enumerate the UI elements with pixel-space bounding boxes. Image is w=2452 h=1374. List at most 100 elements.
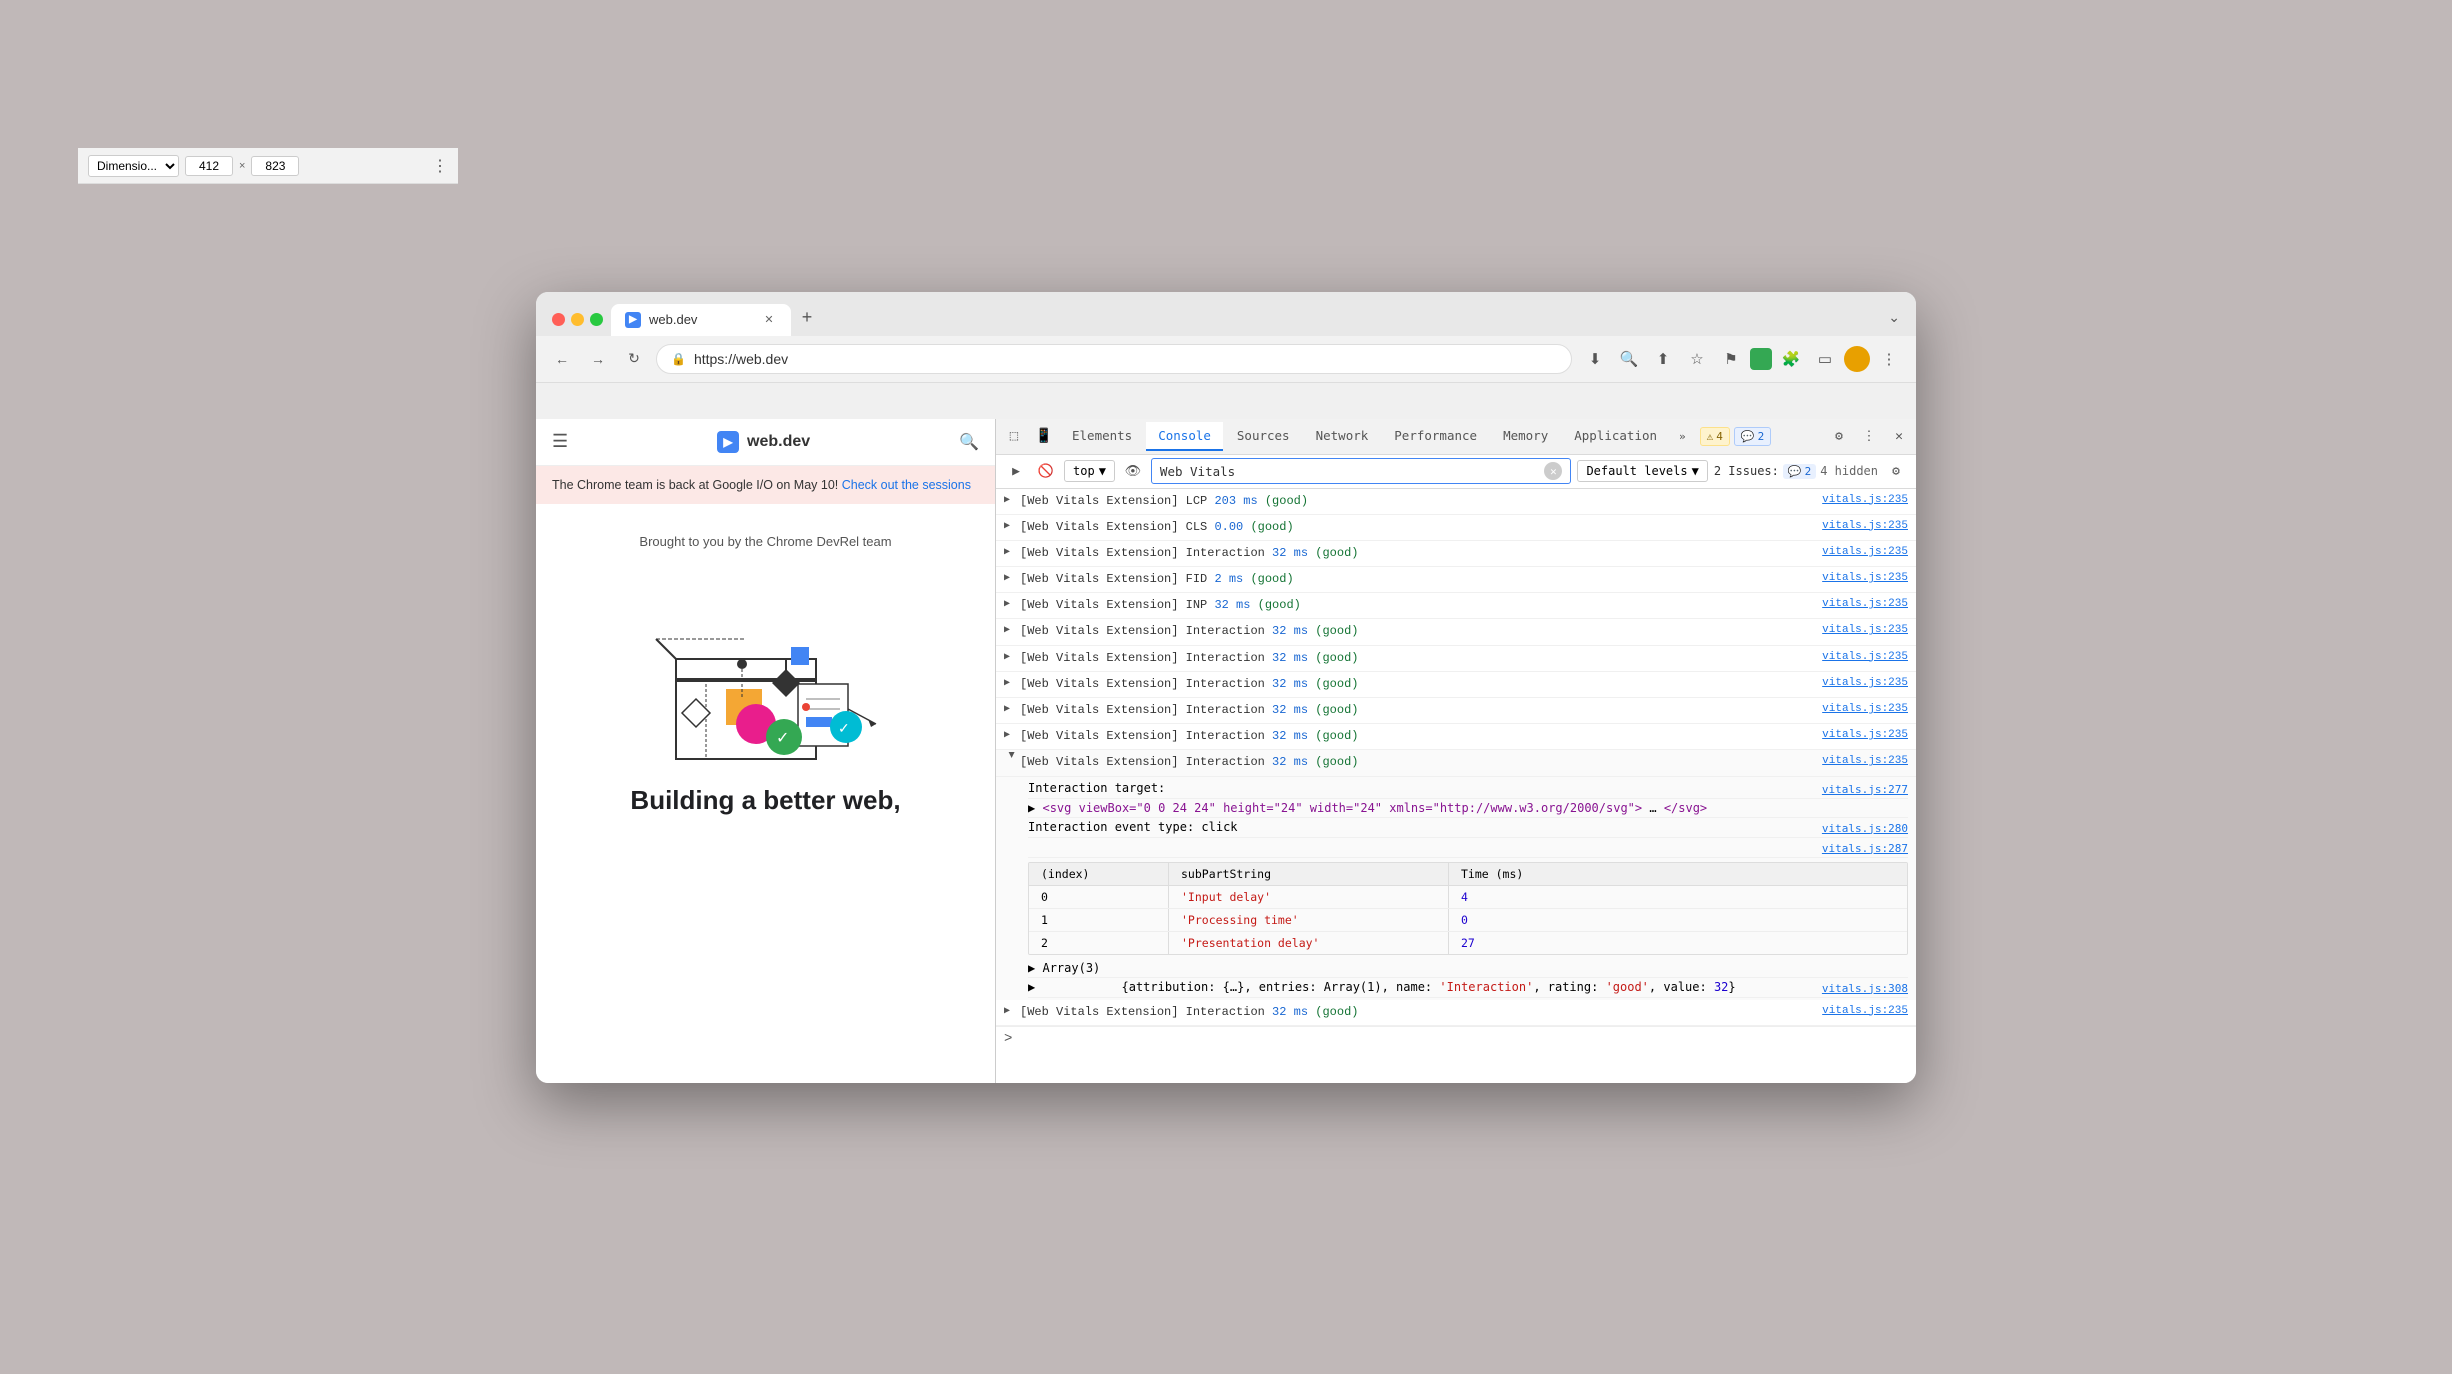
- site-logo-text: web.dev: [747, 433, 810, 451]
- share-button[interactable]: ⬆: [1648, 344, 1678, 374]
- tab-performance[interactable]: Performance: [1382, 422, 1489, 451]
- array-expand-icon[interactable]: ▶: [1028, 961, 1035, 975]
- log-entry: ▶ [Web Vitals Extension] Interaction 32 …: [996, 646, 1916, 672]
- inspect-element-button[interactable]: ⬚: [1000, 422, 1028, 450]
- console-log[interactable]: ▶ [Web Vitals Extension] LCP 203 ms (goo…: [996, 489, 1916, 1083]
- devtools-more-button[interactable]: ⋮: [1856, 423, 1882, 449]
- svg-expand-icon[interactable]: ▶: [1028, 801, 1035, 815]
- address-bar[interactable]: 🔒 https://web.dev: [656, 344, 1572, 374]
- log-source[interactable]: vitals.js:235: [1822, 544, 1908, 558]
- row-time: 0: [1449, 909, 1589, 931]
- log-source[interactable]: vitals.js:235: [1822, 675, 1908, 689]
- expand-icon[interactable]: ▶: [1004, 1003, 1020, 1017]
- tab-close-button[interactable]: ✕: [761, 312, 777, 328]
- log-source[interactable]: vitals.js:235: [1822, 727, 1908, 741]
- context-arrow-icon: ▼: [1099, 464, 1106, 478]
- extension-green-button[interactable]: [1750, 348, 1772, 370]
- puzzle-button[interactable]: 🧩: [1776, 344, 1806, 374]
- site-search-button[interactable]: 🔍: [959, 432, 979, 452]
- settings-button[interactable]: ⚙: [1826, 423, 1852, 449]
- more-tabs-button[interactable]: »: [1671, 426, 1694, 447]
- filter-clear-button[interactable]: ✕: [1544, 462, 1562, 480]
- download-button[interactable]: ⬇: [1580, 344, 1610, 374]
- collapse-icon[interactable]: ▶: [1005, 752, 1019, 768]
- log-source[interactable]: vitals.js:235: [1822, 518, 1908, 532]
- issues-label: 2 Issues:: [1714, 464, 1779, 478]
- hamburger-menu-button[interactable]: ☰: [552, 431, 568, 452]
- flag-button[interactable]: ⚑: [1716, 344, 1746, 374]
- log-source[interactable]: vitals.js:235: [1822, 701, 1908, 715]
- clear-console-button[interactable]: ▶: [1004, 459, 1028, 483]
- context-selector[interactable]: top ▼: [1064, 460, 1115, 482]
- log-source[interactable]: vitals.js:235: [1822, 649, 1908, 663]
- tab-sources[interactable]: Sources: [1225, 422, 1302, 451]
- expand-icon[interactable]: ▶: [1004, 518, 1020, 532]
- event-type-source[interactable]: vitals.js:280: [1822, 820, 1908, 835]
- sub-line-source[interactable]: vitals.js:277: [1822, 781, 1908, 796]
- expand-icon[interactable]: ▶: [1004, 596, 1020, 610]
- hero-title: Building a better web,: [552, 785, 979, 816]
- more-button[interactable]: ⋮: [1874, 344, 1904, 374]
- issues-count-badge[interactable]: 💬 2: [1783, 464, 1816, 479]
- col-time: Time (ms): [1449, 863, 1589, 885]
- svg-text:✓: ✓: [838, 720, 850, 736]
- log-levels-selector[interactable]: Default levels ▼: [1577, 460, 1707, 482]
- expand-icon[interactable]: ▶: [1004, 622, 1020, 636]
- issues-badge[interactable]: 💬 2: [1734, 427, 1771, 446]
- zoom-button[interactable]: 🔍: [1614, 344, 1644, 374]
- attribution-source[interactable]: vitals.js:308: [1822, 980, 1908, 995]
- svg-ellipsis: …: [1649, 801, 1663, 815]
- expand-icon[interactable]: ▶: [1004, 675, 1020, 689]
- browser-tab-active[interactable]: ▶ web.dev ✕: [611, 304, 791, 336]
- close-window-button[interactable]: [552, 313, 565, 326]
- console-filter-bar[interactable]: Web Vitals ✕: [1151, 458, 1572, 484]
- log-source[interactable]: vitals.js:235: [1822, 596, 1908, 610]
- console-settings-button[interactable]: ⚙: [1884, 459, 1908, 483]
- log-entry: ▶ [Web Vitals Extension] CLS 0.00 (good)…: [996, 515, 1916, 541]
- maximize-window-button[interactable]: [590, 313, 603, 326]
- site-hero: Brought to you by the Chrome DevRel team: [536, 504, 995, 836]
- empty-source[interactable]: vitals.js:287: [1822, 840, 1908, 855]
- hero-illustration: ✓ ✓: [636, 569, 896, 769]
- log-entry: ▶ [Web Vitals Extension] FID 2 ms (good)…: [996, 567, 1916, 593]
- profile-button[interactable]: [1844, 346, 1870, 372]
- log-source[interactable]: vitals.js:235: [1822, 570, 1908, 584]
- close-devtools-button[interactable]: ✕: [1886, 423, 1912, 449]
- site-logo-icon: ▶: [717, 431, 739, 453]
- log-text: [Web Vitals Extension] FID 2 ms (good): [1020, 570, 1822, 589]
- notification-link[interactable]: Check out the sessions: [842, 478, 971, 492]
- log-source[interactable]: vitals.js:235: [1822, 753, 1908, 767]
- expand-icon[interactable]: ▶: [1004, 544, 1020, 558]
- expand-icon[interactable]: ▶: [1004, 701, 1020, 715]
- illustration-svg: ✓ ✓: [636, 569, 896, 769]
- tab-strip-chevron[interactable]: ⌄: [1888, 309, 1900, 336]
- expand-icon[interactable]: ▶: [1004, 727, 1020, 741]
- expand-icon[interactable]: ▶: [1004, 649, 1020, 663]
- device-toggle-button[interactable]: 📱: [1030, 422, 1058, 450]
- sidebar-button[interactable]: ▭: [1810, 344, 1840, 374]
- tab-network[interactable]: Network: [1304, 422, 1381, 451]
- tab-console[interactable]: Console: [1146, 422, 1223, 451]
- tab-memory[interactable]: Memory: [1491, 422, 1560, 451]
- stop-button[interactable]: 🚫: [1034, 459, 1058, 483]
- bookmark-button[interactable]: ☆: [1682, 344, 1712, 374]
- forward-button[interactable]: →: [584, 345, 612, 373]
- log-source[interactable]: vitals.js:235: [1822, 492, 1908, 506]
- tab-application[interactable]: Application: [1562, 422, 1669, 451]
- notification-text: The Chrome team is back at Google I/O on…: [552, 478, 842, 492]
- expand-icon[interactable]: ▶: [1004, 570, 1020, 584]
- log-source[interactable]: vitals.js:235: [1822, 1003, 1908, 1017]
- attribution-expand-icon[interactable]: ▶: [1028, 980, 1035, 995]
- eye-button[interactable]: 👁: [1121, 459, 1145, 483]
- expand-icon[interactable]: ▶: [1004, 492, 1020, 506]
- new-tab-button[interactable]: +: [793, 304, 821, 332]
- expanded-content: Interaction target: vitals.js:277 ▶ <svg…: [996, 777, 1916, 1000]
- reload-button[interactable]: ↻: [620, 345, 648, 373]
- log-source[interactable]: vitals.js:235: [1822, 622, 1908, 636]
- minimize-window-button[interactable]: [571, 313, 584, 326]
- tab-elements[interactable]: Elements: [1060, 422, 1144, 451]
- warnings-badge[interactable]: ⚠ 4: [1700, 427, 1730, 446]
- log-text: [Web Vitals Extension] INP 32 ms (good): [1020, 596, 1822, 615]
- back-button[interactable]: ←: [548, 345, 576, 373]
- row-sub-part: 'Input delay': [1169, 886, 1449, 908]
